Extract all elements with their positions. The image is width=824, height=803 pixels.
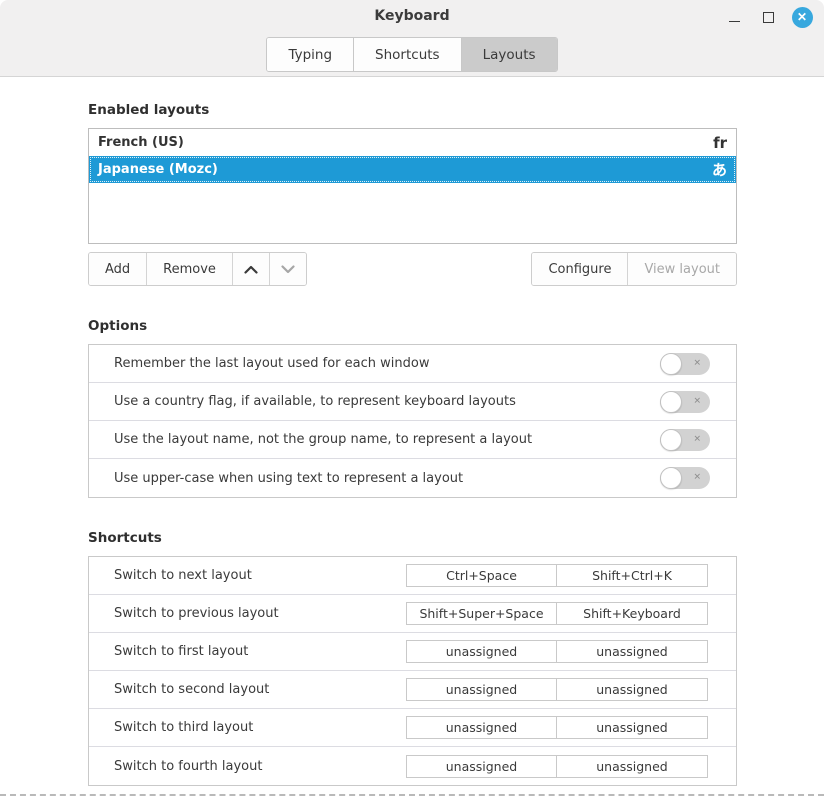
tab-layouts[interactable]: Layouts <box>462 38 557 71</box>
shortcut-binding-button[interactable]: unassigned <box>557 756 707 777</box>
shortcut-label: Switch to third layout <box>114 720 253 735</box>
shortcut-row-second-layout: Switch to second layout unassigned unass… <box>89 671 736 709</box>
option-row-remember-layout: Remember the last layout used for each w… <box>89 345 736 383</box>
layout-list-actions: Add Remove Configure View layout <box>88 252 737 286</box>
move-down-button[interactable] <box>270 253 306 285</box>
shortcut-row-previous-layout: Switch to previous layout Shift+Super+Sp… <box>89 595 736 633</box>
shortcut-label: Switch to first layout <box>114 644 248 659</box>
shortcut-label: Switch to second layout <box>114 682 269 697</box>
toggle-off-icon: ✕ <box>693 397 701 406</box>
shortcut-binding-button[interactable]: Ctrl+Space <box>407 565 557 586</box>
enabled-layouts-heading: Enabled layouts <box>88 102 737 118</box>
chevron-down-icon <box>281 265 295 274</box>
toggle-off-icon: ✕ <box>693 359 701 368</box>
layout-row-french[interactable]: French (US) fr <box>89 129 736 156</box>
shortcut-binding-button[interactable]: unassigned <box>407 679 557 700</box>
option-label: Remember the last layout used for each w… <box>114 356 429 371</box>
shortcut-binding-button[interactable]: unassigned <box>407 641 557 662</box>
shortcut-label: Switch to next layout <box>114 568 252 583</box>
maximize-button[interactable] <box>756 5 780 29</box>
toggle-switch-remember-layout[interactable]: ✕ <box>660 353 710 375</box>
toggle-knob <box>660 391 682 413</box>
toggle-switch-upper-case[interactable]: ✕ <box>660 467 710 489</box>
shortcuts-list: Switch to next layout Ctrl+Space Shift+C… <box>88 556 737 786</box>
shortcut-row-first-layout: Switch to first layout unassigned unassi… <box>89 633 736 671</box>
minimize-icon <box>729 21 740 22</box>
window-title: Keyboard <box>0 8 824 24</box>
window-bottom-edge <box>0 794 824 796</box>
layout-name: Japanese (Mozc) <box>98 162 218 177</box>
tab-typing[interactable]: Typing <box>267 38 354 71</box>
shortcut-binding-button[interactable]: unassigned <box>557 679 707 700</box>
shortcut-binding-button[interactable]: unassigned <box>557 717 707 738</box>
shortcut-binding-button[interactable]: Shift+Ctrl+K <box>557 565 707 586</box>
options-list: Remember the last layout used for each w… <box>88 344 737 498</box>
layout-name: French (US) <box>98 135 184 150</box>
configure-button[interactable]: Configure <box>532 253 628 285</box>
option-row-country-flag: Use a country flag, if available, to rep… <box>89 383 736 421</box>
shortcut-binding-button[interactable]: Shift+Keyboard <box>557 603 707 624</box>
shortcut-row-next-layout: Switch to next layout Ctrl+Space Shift+C… <box>89 557 736 595</box>
maximize-icon <box>763 12 774 23</box>
layout-indicator-badge: あ <box>712 159 727 180</box>
keyboard-settings-window: Keyboard ✕ Typing Shortcuts Layouts <box>0 0 824 803</box>
remove-button[interactable]: Remove <box>147 253 233 285</box>
shortcut-binding-button[interactable]: unassigned <box>407 717 557 738</box>
close-button[interactable]: ✕ <box>790 5 814 29</box>
option-label: Use upper-case when using text to repres… <box>114 471 463 486</box>
chevron-up-icon <box>244 265 258 274</box>
window-controls: ✕ <box>722 5 814 29</box>
toggle-knob <box>660 429 682 451</box>
option-label: Use a country flag, if available, to rep… <box>114 394 516 409</box>
option-label: Use the layout name, not the group name,… <box>114 432 532 447</box>
toggle-knob <box>660 353 682 375</box>
option-row-layout-name: Use the layout name, not the group name,… <box>89 421 736 459</box>
shortcuts-heading: Shortcuts <box>88 530 737 546</box>
window-header: Keyboard ✕ Typing Shortcuts Layouts <box>0 0 824 77</box>
option-row-upper-case: Use upper-case when using text to repres… <box>89 459 736 497</box>
toggle-switch-layout-name[interactable]: ✕ <box>660 429 710 451</box>
layout-indicator-badge: fr <box>713 134 727 152</box>
shortcut-binding-button[interactable]: unassigned <box>407 756 557 777</box>
toggle-knob <box>660 467 682 489</box>
options-heading: Options <box>88 318 737 334</box>
titlebar[interactable]: Keyboard ✕ <box>0 0 824 32</box>
shortcut-label: Switch to previous layout <box>114 606 279 621</box>
toggle-switch-country-flag[interactable]: ✕ <box>660 391 710 413</box>
shortcut-label: Switch to fourth layout <box>114 759 262 774</box>
shortcut-row-fourth-layout: Switch to fourth layout unassigned unass… <box>89 747 736 785</box>
tab-switcher: Typing Shortcuts Layouts <box>0 37 824 72</box>
shortcut-row-third-layout: Switch to third layout unassigned unassi… <box>89 709 736 747</box>
shortcut-binding-button[interactable]: Shift+Super+Space <box>407 603 557 624</box>
view-layout-button[interactable]: View layout <box>628 253 736 285</box>
minimize-button[interactable] <box>722 5 746 29</box>
layout-row-japanese[interactable]: Japanese (Mozc) あ <box>89 156 736 183</box>
tab-shortcuts[interactable]: Shortcuts <box>354 38 462 71</box>
move-up-button[interactable] <box>233 253 270 285</box>
toggle-off-icon: ✕ <box>693 474 701 483</box>
add-button[interactable]: Add <box>89 253 147 285</box>
layouts-list: French (US) fr Japanese (Mozc) あ <box>88 128 737 244</box>
close-icon: ✕ <box>792 7 813 28</box>
toggle-off-icon: ✕ <box>693 435 701 444</box>
shortcut-binding-button[interactable]: unassigned <box>557 641 707 662</box>
